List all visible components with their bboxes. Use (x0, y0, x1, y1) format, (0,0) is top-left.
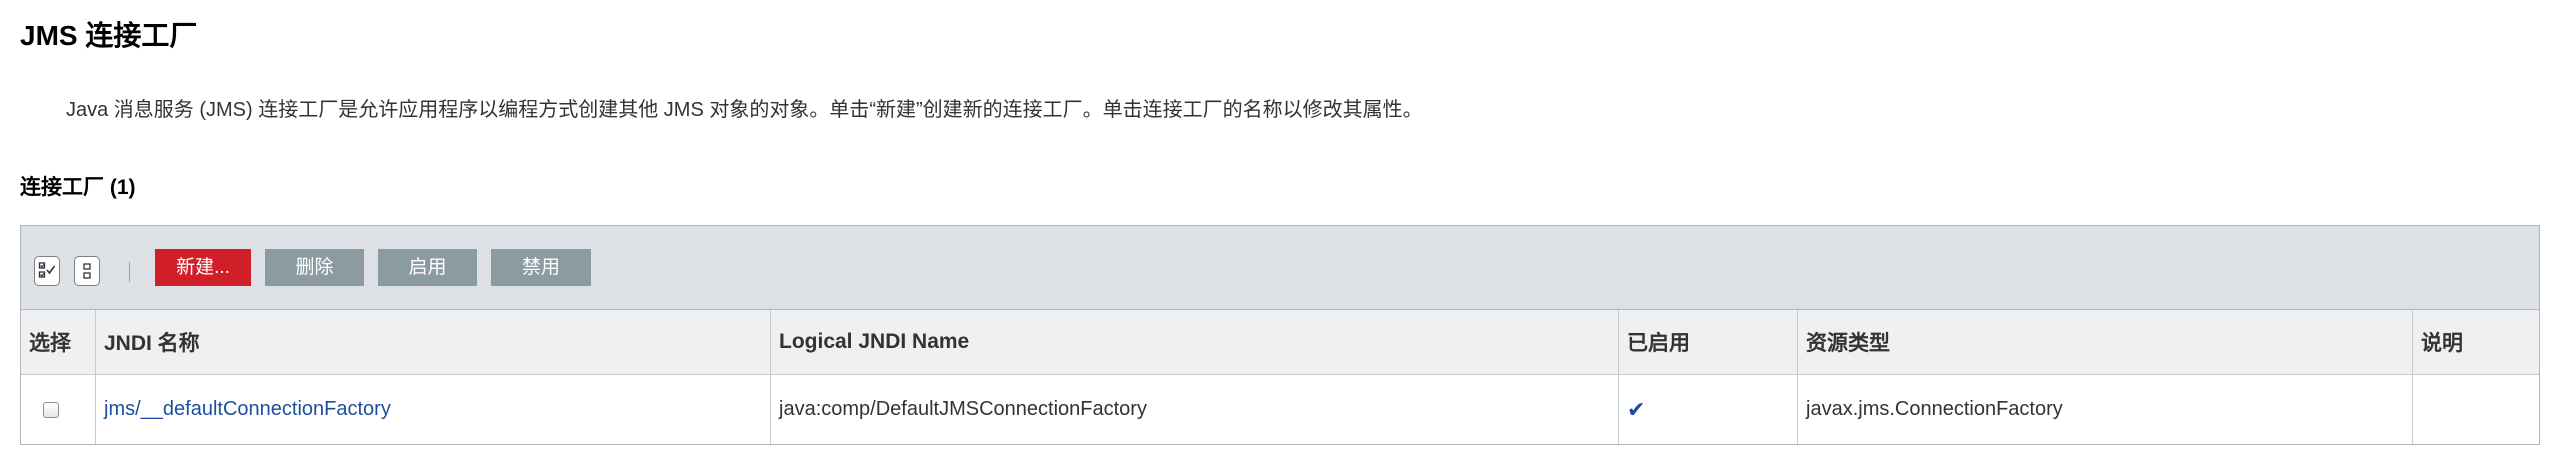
row-select-checkbox[interactable] (43, 401, 59, 418)
page-description: Java 消息服务 (JMS) 连接工厂是允许应用程序以编程方式创建其他 JMS… (66, 99, 1423, 121)
page-title: JMS 连接工厂 (20, 20, 198, 51)
delete-button[interactable]: 删除 (265, 249, 364, 286)
deselect-all-icon[interactable] (74, 256, 100, 286)
new-button[interactable]: 新建... (155, 249, 251, 286)
section-title: 连接工厂 (1) (20, 176, 136, 199)
column-header-resource-type[interactable]: 资源类型 (1798, 310, 2413, 374)
column-header-logical-jndi-name[interactable]: Logical JNDI Name (771, 310, 1619, 374)
column-header-description[interactable]: 说明 (2413, 310, 2539, 374)
enable-button[interactable]: 启用 (378, 249, 477, 286)
toolbar-separator (129, 262, 130, 282)
select-all-icon[interactable] (34, 256, 60, 286)
column-header-jndi-name[interactable]: JNDI 名称 (96, 310, 771, 374)
jndi-name-link[interactable]: jms/__defaultConnectionFactory (104, 398, 391, 421)
column-header-select: 选择 (21, 310, 96, 374)
description-cell (2413, 375, 2539, 444)
table-header-row: 选择 JNDI 名称 Logical JNDI Name 已启用 资源类型 说明 (21, 310, 2539, 375)
resource-type-cell: javax.jms.ConnectionFactory (1798, 375, 2413, 444)
checkmark-icon: ✔ (1627, 396, 1646, 422)
select-cell (21, 375, 96, 444)
jndi-name-cell: jms/__defaultConnectionFactory (96, 375, 771, 444)
disable-button[interactable]: 禁用 (491, 249, 591, 286)
column-header-enabled[interactable]: 已启用 (1619, 310, 1798, 374)
table-toolbar: 新建... 删除 启用 禁用 (21, 226, 2539, 310)
connection-factories-table: 新建... 删除 启用 禁用 选择 JNDI 名称 Logical JNDI N… (20, 225, 2540, 445)
logical-jndi-name-cell: java:comp/DefaultJMSConnectionFactory (771, 375, 1619, 444)
enabled-cell: ✔ (1619, 375, 1798, 444)
table-row: jms/__defaultConnectionFactory java:comp… (21, 375, 2539, 444)
